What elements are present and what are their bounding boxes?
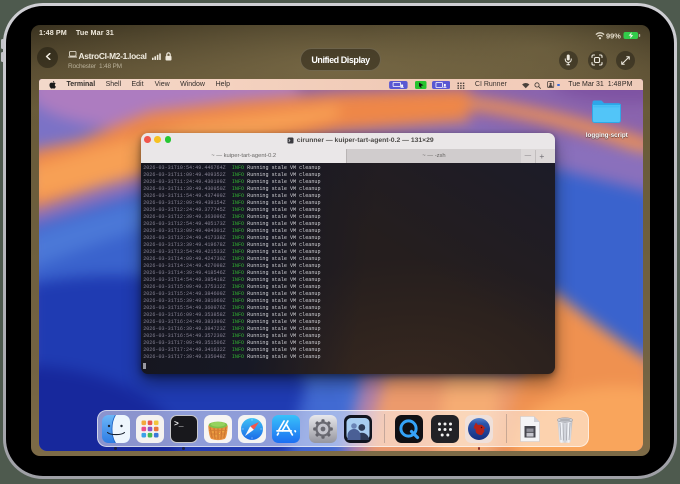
- svg-text:99%: 99%: [606, 32, 621, 41]
- svg-text:>_: >_: [174, 420, 184, 429]
